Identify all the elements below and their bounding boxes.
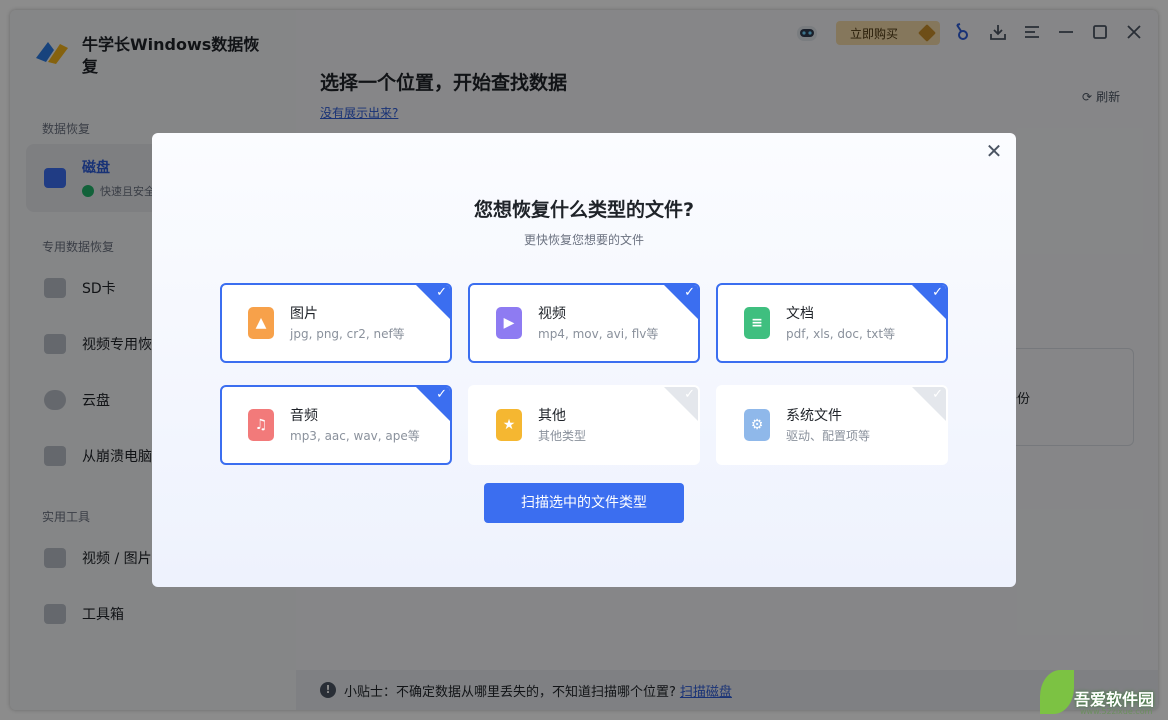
file-type-name: 系统文件 xyxy=(786,408,842,424)
file-type-desc: mp4, mov, avi, flv等 xyxy=(538,327,659,341)
image-file-icon: ▲ xyxy=(248,307,274,339)
file-type-dialog: ✕ 您想恢复什么类型的文件? 更快恢复您想要的文件 ✓ ▲ 图片 jpg, pn… xyxy=(152,133,1016,587)
checkmark-icon: ✓ xyxy=(684,387,695,402)
checkmark-icon: ✓ xyxy=(932,285,943,300)
video-file-icon: ▶ xyxy=(496,307,522,339)
star-file-icon: ★ xyxy=(496,409,522,441)
file-type-audio[interactable]: ✓ ♫ 音频 mp3, aac, wav, ape等 xyxy=(220,385,452,465)
dialog-subtitle: 更快恢复您想要的文件 xyxy=(523,233,644,247)
watermark-url: www.52zixue.com xyxy=(1080,707,1153,716)
document-file-icon: ≡ xyxy=(744,307,770,339)
file-type-desc: 驱动、配置项等 xyxy=(786,429,871,443)
file-type-name: 图片 xyxy=(290,306,318,322)
file-type-desc: pdf, xls, doc, txt等 xyxy=(786,327,896,341)
file-type-name: 文档 xyxy=(786,306,814,322)
file-type-documents[interactable]: ✓ ≡ 文档 pdf, xls, doc, txt等 xyxy=(716,283,948,363)
file-type-images[interactable]: ✓ ▲ 图片 jpg, png, cr2, nef等 xyxy=(220,283,452,363)
scan-selected-types-button[interactable]: 扫描选中的文件类型 xyxy=(484,483,684,523)
file-type-desc: 其他类型 xyxy=(538,429,587,443)
file-type-system[interactable]: ✓ ⚙ 系统文件 驱动、配置项等 xyxy=(716,385,948,465)
file-type-name: 视频 xyxy=(538,306,566,322)
gear-file-icon: ⚙ xyxy=(744,409,770,441)
file-type-other[interactable]: ✓ ★ 其他 其他类型 xyxy=(468,385,700,465)
checkmark-icon: ✓ xyxy=(436,285,447,300)
checkmark-icon: ✓ xyxy=(932,387,943,402)
dialog-title: 您想恢复什么类型的文件? xyxy=(473,199,695,221)
file-type-videos[interactable]: ✓ ▶ 视频 mp4, mov, avi, flv等 xyxy=(468,283,700,363)
file-type-desc: jpg, png, cr2, nef等 xyxy=(290,327,405,341)
file-type-name: 音频 xyxy=(290,408,318,424)
close-icon[interactable]: ✕ xyxy=(984,141,1004,161)
file-type-desc: mp3, aac, wav, ape等 xyxy=(290,429,420,443)
file-type-name: 其他 xyxy=(538,408,566,424)
checkmark-icon: ✓ xyxy=(684,285,695,300)
checkmark-icon: ✓ xyxy=(436,387,447,402)
audio-file-icon: ♫ xyxy=(248,409,274,441)
